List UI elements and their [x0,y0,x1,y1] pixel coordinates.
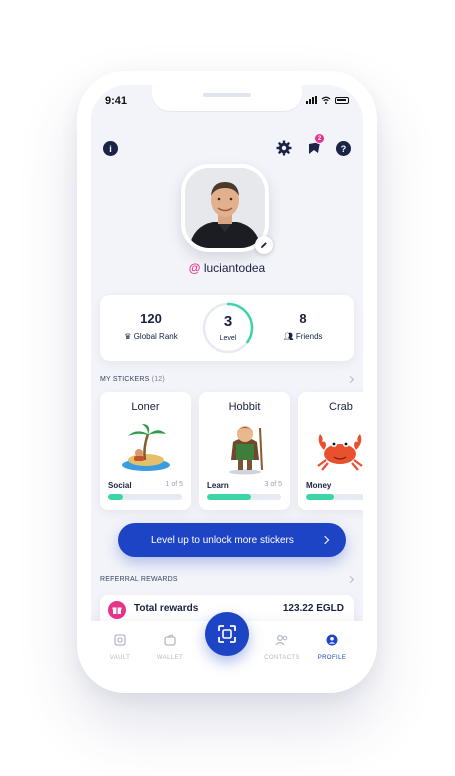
scan-button[interactable] [205,612,249,656]
notifications-badge: 2 [314,133,325,144]
profile-avatar[interactable] [181,164,273,254]
global-rank-value: 120 [140,311,162,326]
signal-icon [306,96,317,104]
status-icons [306,96,349,104]
stats-card: 120 ♛ Global Rank 3 Level 8 👥︎ Friends [100,295,354,361]
gear-icon[interactable] [276,140,292,156]
sticker-progress-bar [108,494,182,500]
sticker-card-hobbit[interactable]: Hobbit Learn 3 of 5 [199,392,290,510]
contacts-icon [275,634,288,646]
level-up-label: Level up to unlock more stickers [151,534,294,546]
total-rewards-value: 123.22 EGLD [282,603,344,614]
sticker-progress: 3 of 5 [264,481,282,488]
bottom-nav: VAULT WALLET CONTACTS PROFILE [91,612,363,679]
username-text: luciantodea [203,261,266,275]
avatar-photo [185,168,265,248]
people-icon: 👥︎ [283,332,294,341]
nav-contacts-label: CONTACTS [264,655,300,661]
app-screen: 9:41 i 2 ? @ luciantodea 120 ♛ Global Ra… [91,85,363,679]
stickers-section-title: MY STICKERS (12) [100,376,165,383]
vault-icon [114,634,126,646]
sticker-category: Social [108,481,132,490]
sticker-progress-bar [207,494,281,500]
level-value: 3 [223,313,233,330]
nav-vault-label: VAULT [109,655,131,661]
crab-sticker-icon [317,434,363,471]
sticker-name: Crab [329,401,353,413]
global-rank-stat[interactable]: 120 ♛ Global Rank [106,311,196,341]
island-sticker-icon [122,424,170,471]
pencil-icon [261,242,267,248]
sticker-name: Loner [131,401,160,413]
username: @ luciantodea [91,261,363,275]
wifi-icon [321,96,331,104]
help-icon[interactable]: ? [336,141,351,156]
scan-icon [218,625,236,643]
phone-frame: 9:41 i 2 ? @ luciantodea 120 ♛ Global Ra… [77,71,377,693]
nav-profile[interactable]: PROFILE [309,633,355,661]
friends-value: 8 [299,311,307,326]
total-rewards-label: Total rewards [134,603,199,614]
notch [152,85,302,111]
sticker-name: Hobbit [228,401,261,413]
nav-vault[interactable]: VAULT [97,633,143,661]
level-indicator[interactable]: 3 Level [200,300,256,356]
sticker-progress: 1 of 5 [165,481,183,488]
info-icon[interactable]: i [103,141,118,156]
edit-avatar-button[interactable] [255,236,273,254]
nav-wallet[interactable]: WALLET [147,633,193,661]
referral-section-title: REFERRAL REWARDS [100,576,178,583]
battery-icon [335,97,349,104]
level-up-button[interactable]: Level up to unlock more stickers [118,523,346,557]
level-label: Level [219,335,237,342]
sticker-card-loner[interactable]: Loner Social 1 of 5 [100,392,191,510]
at-symbol: @ [188,261,201,275]
crown-icon: ♛ [124,332,132,341]
sticker-category: Learn [207,481,229,490]
friends-stat[interactable]: 8 👥︎ Friends [258,311,348,341]
status-time: 9:41 [105,95,128,107]
chevron-right-icon [320,535,330,545]
notifications-button[interactable]: 2 [306,133,325,157]
stickers-chevron-icon[interactable] [346,375,355,384]
hobbit-sticker-icon [229,426,263,475]
sticker-progress-bar [306,494,363,500]
profile-icon [326,634,338,646]
referral-chevron-icon[interactable] [346,575,355,584]
gift-icon [108,601,126,619]
global-rank-label: ♛ Global Rank [124,332,178,341]
nav-contacts[interactable]: CONTACTS [259,633,305,661]
nav-profile-label: PROFILE [317,655,347,661]
friends-label: 👥︎ Friends [283,332,323,341]
sticker-card-crab[interactable]: Crab Money 2 [298,392,363,510]
nav-wallet-label: WALLET [156,655,184,661]
wallet-icon [164,634,176,646]
sticker-category: Money [306,481,332,490]
